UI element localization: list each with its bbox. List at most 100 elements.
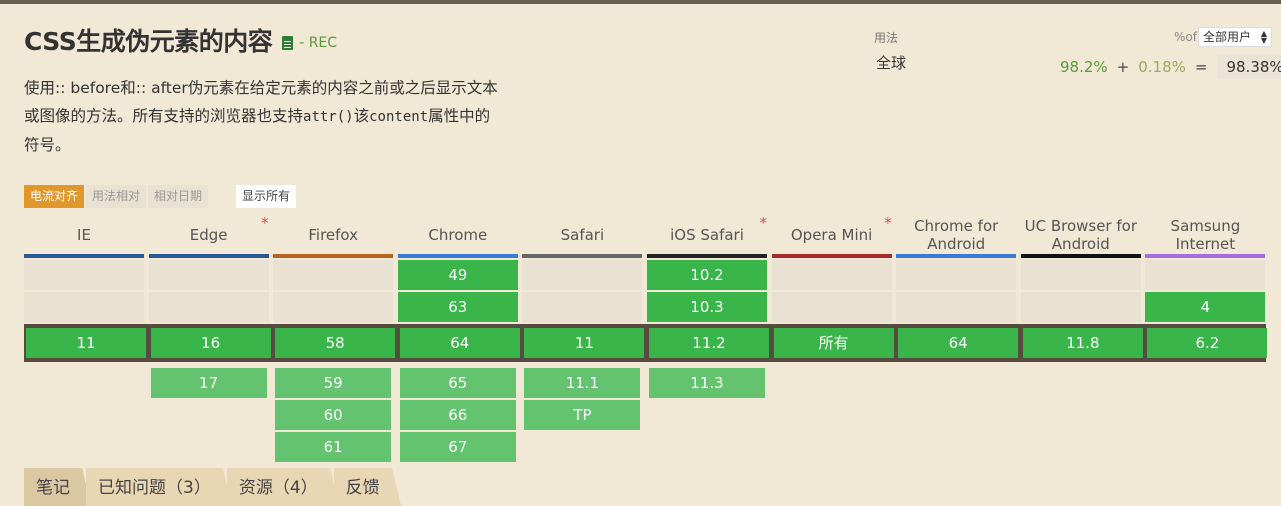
empty-cell — [896, 292, 1017, 322]
current-version-cell[interactable]: 16 — [150, 328, 271, 358]
current-version-cell[interactable]: 11 — [26, 328, 146, 358]
browser-name: IE — [77, 226, 91, 244]
browser-color-bar — [522, 254, 643, 258]
browser-color-bar — [896, 254, 1017, 258]
info-tabs: 笔记 已知问题（3） 资源（4） 反馈 — [24, 468, 402, 506]
future-version-cell[interactable]: 59 — [275, 368, 392, 398]
browser-header: Chrome for Android — [896, 216, 1017, 258]
browser-name: Opera Mini — [790, 226, 873, 244]
code-content: content — [369, 109, 429, 125]
browser-color-bar — [1020, 254, 1141, 258]
empty-cell — [896, 260, 1017, 290]
future-version-cell[interactable]: 66 — [399, 400, 516, 430]
show-all-button[interactable]: 显示所有 — [236, 185, 297, 208]
plus-sign: + — [1116, 58, 1130, 76]
browser-header: Chrome — [397, 216, 518, 258]
view-filters: 电流对齐 用法相对 相对日期 显示所有 — [24, 185, 298, 208]
future-version-cell[interactable]: 17 — [150, 368, 267, 398]
version-cell[interactable]: 10.3 — [647, 292, 767, 322]
browser-header: Samsung Internet — [1145, 216, 1266, 258]
feature-description: 使用:: before和:: after伪元素在给定元素的内容之前或之后显示文本… — [24, 74, 604, 159]
note-asterisk-icon[interactable]: * — [760, 214, 768, 232]
version-cell[interactable]: 4 — [1145, 292, 1266, 322]
browser-color-bar — [647, 254, 767, 258]
tab-notes[interactable]: 笔记 — [24, 468, 92, 506]
empty-cell — [522, 292, 643, 322]
user-type-value: 全部用户 — [1203, 30, 1252, 44]
empty-cell — [771, 260, 892, 290]
future-version-cell[interactable]: 60 — [275, 400, 392, 430]
browser-color-bar — [1145, 254, 1266, 258]
select-arrows-icon: ▲ ▼ — [1260, 29, 1267, 45]
spec-status[interactable]: - REC — [282, 35, 337, 51]
browser-header: Safari — [522, 216, 643, 258]
empty-cell — [148, 292, 269, 322]
tab-feedback[interactable]: 反馈 — [333, 468, 402, 506]
browser-name: Chrome for Android — [914, 217, 999, 253]
browser-header: UC Browser for Android — [1020, 216, 1141, 258]
browser-header: Opera Mini * — [771, 214, 892, 258]
note-asterisk-icon[interactable]: * — [261, 214, 269, 232]
spec-status-label: - REC — [299, 35, 338, 51]
version-cell[interactable]: 10.2 — [647, 260, 767, 290]
future-version-cell[interactable]: TP — [524, 400, 641, 430]
future-version-cell[interactable]: 11.3 — [649, 368, 765, 398]
browser-name: UC Browser for Android — [1024, 217, 1137, 253]
description-text: 该 — [353, 107, 370, 125]
feature-title-row: CSS生成伪元素的内容 - REC — [24, 22, 337, 58]
empty-cell — [24, 292, 144, 322]
empty-cell — [522, 260, 643, 290]
usage-partial: 0.18% — [1138, 58, 1186, 76]
usage-label: 用法 — [874, 31, 899, 45]
current-version-cell[interactable]: 6.2 — [1147, 328, 1268, 358]
current-version-cell[interactable]: 11.2 — [649, 328, 769, 358]
browser-color-bar — [148, 254, 269, 258]
empty-cell — [1020, 260, 1141, 290]
current-version-cell[interactable]: 所有 — [773, 328, 894, 358]
browser-header: Firefox — [273, 216, 394, 258]
empty-cell — [273, 292, 394, 322]
empty-cell — [148, 260, 269, 290]
empty-cell — [24, 260, 144, 290]
filter-usage-relative[interactable]: 用法相对 — [86, 185, 147, 208]
percent-of-label: %of — [1174, 30, 1197, 44]
usage-region: 全球 — [876, 54, 907, 72]
version-cell[interactable]: 63 — [397, 292, 518, 322]
current-version-cell[interactable]: 11 — [524, 328, 645, 358]
description-text: 或图像的方法。所有支持的浏览器也支持 — [24, 107, 304, 125]
usage-numbers: 98.2% + 0.18% = 98.38% — [1060, 55, 1281, 79]
current-version-cell[interactable]: 58 — [275, 328, 396, 358]
description-line: 使用:: before和:: after伪元素在给定元素的内容之前或之后显示文本 — [24, 79, 498, 97]
tab-resources[interactable]: 资源（4） — [226, 468, 340, 506]
current-version-row: 11 16 58 64 11 11.2 所有 64 11.8 6.2 — [24, 324, 1268, 362]
description-line: 或图像的方法。所有支持的浏览器也支持attr()该content属性中的 — [24, 102, 604, 131]
browser-color-bar — [273, 254, 394, 258]
empty-cell — [1020, 292, 1141, 322]
version-cell[interactable]: 49 — [397, 260, 518, 290]
future-version-cell[interactable]: 67 — [399, 432, 516, 462]
current-version-cell[interactable]: 64 — [399, 328, 520, 358]
browser-color-bar — [24, 254, 144, 258]
empty-cell — [273, 260, 394, 290]
browser-color-bar — [397, 254, 518, 258]
equals-sign: = — [1194, 58, 1208, 76]
browser-name: Chrome — [428, 226, 488, 244]
tab-known-issues[interactable]: 已知问题（3） — [86, 468, 233, 506]
browser-header: Edge * — [148, 214, 269, 258]
user-type-select[interactable]: 全部用户 ▲ ▼ — [1198, 27, 1272, 47]
filter-date-relative[interactable]: 相对日期 — [148, 185, 209, 208]
page-title: CSS生成伪元素的内容 — [24, 27, 273, 56]
usage-full: 98.2% — [1060, 58, 1108, 76]
current-version-cell[interactable]: 64 — [898, 328, 1019, 358]
browser-name: Samsung Internet — [1170, 217, 1241, 253]
filter-current-aligned[interactable]: 电流对齐 — [24, 185, 85, 208]
future-version-cell[interactable]: 61 — [275, 432, 392, 462]
usage-total: 98.38% — [1218, 55, 1281, 79]
browser-name: iOS Safari — [670, 226, 744, 244]
future-version-cell[interactable]: 11.1 — [524, 368, 641, 398]
description-text: 属性中的 — [428, 107, 491, 125]
current-version-cell[interactable]: 11.8 — [1022, 328, 1143, 358]
code-attr: attr() — [303, 109, 354, 125]
note-asterisk-icon[interactable]: * — [884, 214, 892, 232]
future-version-cell[interactable]: 65 — [399, 368, 516, 398]
